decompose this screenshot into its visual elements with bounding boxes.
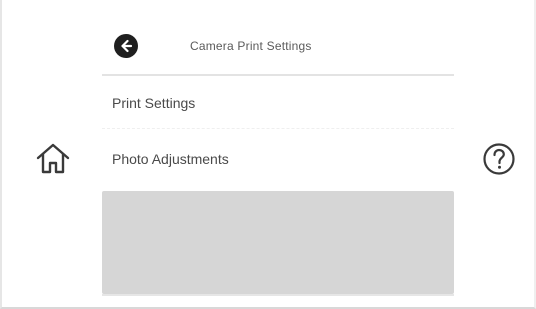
disabled-menu-area: [102, 191, 454, 294]
home-icon: [36, 143, 70, 174]
header-bar: Camera Print Settings: [102, 22, 454, 76]
arrow-left-icon: [121, 39, 133, 53]
help-button[interactable]: [478, 138, 520, 180]
page-title: Camera Print Settings: [190, 39, 312, 53]
back-button[interactable]: [114, 34, 138, 58]
menu-item-label: Print Settings: [112, 95, 196, 111]
printer-panel-screen: Camera Print Settings Print Settings Pho…: [0, 0, 536, 309]
divider: [102, 294, 454, 296]
menu-item-print-settings[interactable]: Print Settings: [102, 76, 454, 129]
help-circle-icon: [483, 143, 515, 175]
home-button[interactable]: [32, 138, 74, 180]
menu-item-photo-adjustments[interactable]: Photo Adjustments: [102, 132, 454, 184]
menu-item-label: Photo Adjustments: [112, 151, 229, 167]
